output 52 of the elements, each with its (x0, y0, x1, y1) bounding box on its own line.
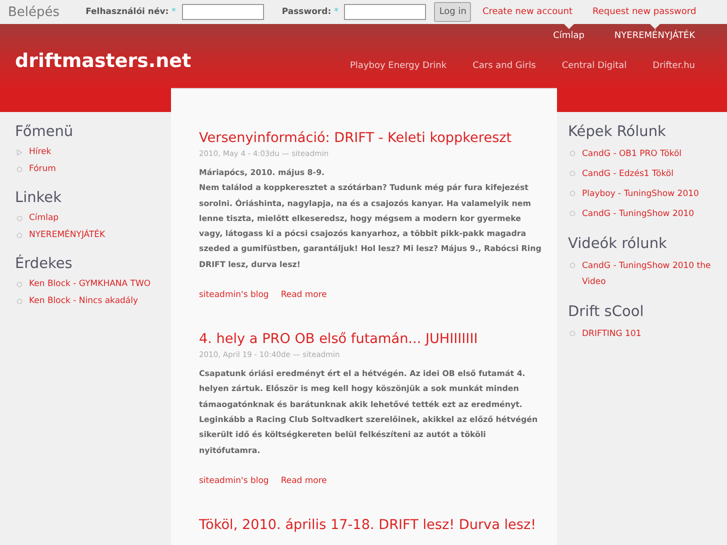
field-label: Felhasználói név: * (86, 7, 176, 17)
circle-bullet-icon (569, 190, 576, 197)
post-title[interactable]: 4. hely a PRO OB első futamán... JUHIIIIIII (199, 330, 478, 348)
login-button[interactable]: Log in (434, 2, 472, 22)
menu-link[interactable]: Címlap (29, 212, 59, 225)
menu-link[interactable]: Hírek (29, 146, 52, 159)
circle-bullet-icon (569, 210, 576, 217)
block-title: Videók rólunk (568, 236, 668, 252)
input-field[interactable] (182, 4, 264, 20)
login-title: Belépés (8, 4, 60, 20)
menu-link[interactable]: Playboy - TuningShow 2010 (582, 186, 699, 202)
menu-link[interactable]: CandG - TuningShow 2010 (582, 206, 694, 222)
post-title[interactable]: Versenyinformáció: DRIFT - Keleti koppkereszt (199, 129, 512, 147)
menu-link[interactable]: CandG - OB1 PRO Tököl (582, 146, 682, 162)
menu-link[interactable]: CandG - TuningShow 2010 the Video (582, 258, 722, 290)
circle-bullet-icon (569, 330, 576, 337)
block-title: Linkek (15, 190, 62, 206)
block-title: Képek Rólunk (568, 124, 667, 140)
block-title: Drift sCool (568, 304, 645, 320)
account-link[interactable]: Request new password (592, 7, 696, 17)
circle-bullet-icon (569, 170, 576, 177)
circle-bullet-icon (16, 166, 23, 173)
menu-link[interactable]: Ken Block - Nincs akadály (29, 295, 138, 308)
menu-link[interactable]: Ken Block - GYMKHANA TWO (29, 278, 151, 291)
menu-link[interactable]: NYEREMÉNYJÁTÉK (29, 229, 106, 242)
post-link[interactable]: siteadmin's blog (199, 476, 269, 486)
site-name[interactable]: driftmasters.net (15, 50, 192, 72)
menu-link[interactable]: CandG - Edzés1 Tököl (582, 166, 674, 182)
circle-bullet-icon (569, 150, 576, 157)
primary-nav-link[interactable]: Címlap (553, 30, 584, 43)
circle-bullet-icon (16, 232, 23, 239)
post-link[interactable]: Read more (280, 290, 327, 300)
secondary-nav-link[interactable]: Cars and Girls (472, 61, 536, 71)
primary-nav-link[interactable]: NYEREMÉNYJÁTÉK (614, 30, 695, 43)
account-link[interactable]: Create new account (482, 7, 573, 17)
circle-bullet-icon (16, 281, 23, 288)
block-title: Főmenü (15, 124, 74, 140)
circle-bullet-icon (16, 298, 23, 305)
input-field[interactable] (344, 4, 426, 20)
menu-link[interactable]: Fórum (29, 163, 56, 176)
block-title: Érdekes (15, 256, 74, 272)
circle-bullet-icon (16, 215, 23, 222)
secondary-nav-link[interactable]: Drifter.hu (652, 61, 695, 71)
secondary-nav-link[interactable]: Central Digital (562, 61, 627, 71)
post-link[interactable]: Read more (280, 476, 327, 486)
menu-link[interactable]: DRIFTING 101 (582, 326, 642, 342)
triangle-bullet-icon (16, 149, 23, 156)
field-label: Password: * (282, 7, 338, 17)
post-link[interactable]: siteadmin's blog (199, 290, 269, 300)
circle-bullet-icon (569, 262, 576, 269)
post-title[interactable]: Tököl, 2010. április 17-18. DRIFT lesz! Durva lesz! (199, 516, 536, 534)
secondary-nav-link[interactable]: Playboy Energy Drink (350, 61, 447, 71)
